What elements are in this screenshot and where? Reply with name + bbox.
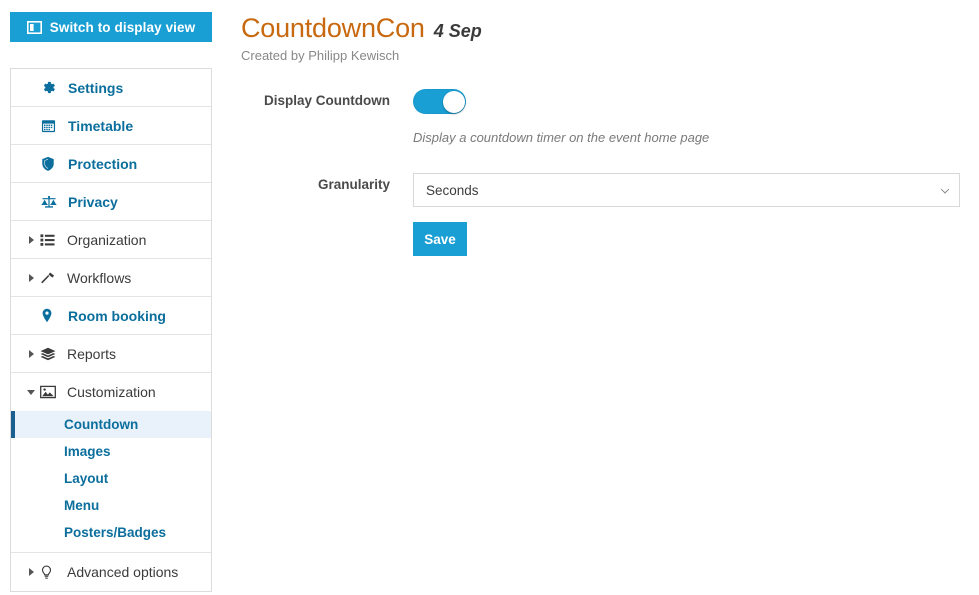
lightbulb-icon — [40, 564, 60, 580]
shield-icon — [41, 156, 61, 171]
sidebar-subitem-posters-badges[interactable]: Posters/Badges — [11, 519, 211, 546]
sidebar-item-room-booking-label: Room booking — [68, 307, 166, 324]
display-countdown-help: Display a countdown timer on the event h… — [413, 130, 710, 145]
main-content: CountdownCon 4 Sep Created by Philipp Ke… — [241, 0, 979, 256]
sidebar-subitem-menu-label: Menu — [64, 498, 100, 513]
sidebar-subitem-layout-label: Layout — [64, 471, 109, 486]
sidebar-subitem-layout[interactable]: Layout — [11, 465, 211, 492]
granularity-row: Granularity Seconds Save — [241, 173, 979, 256]
event-creator: Created by Philipp Kewisch — [241, 48, 400, 63]
pin-icon — [41, 308, 61, 323]
chevron-right-icon — [25, 273, 37, 282]
sidebar-subitem-menu[interactable]: Menu — [11, 492, 211, 519]
sidebar-item-privacy[interactable]: Privacy — [11, 183, 211, 221]
granularity-select[interactable]: Seconds — [413, 173, 960, 207]
save-button[interactable]: Save — [413, 222, 467, 256]
display-countdown-toggle[interactable] — [413, 89, 466, 114]
gavel-icon — [40, 271, 60, 285]
sidebar-item-privacy-label: Privacy — [68, 193, 118, 210]
left-column: Switch to display view — [10, 12, 212, 42]
sidebar-item-organization-label: Organization — [67, 231, 147, 248]
sidebar-subitem-countdown[interactable]: Countdown — [11, 411, 211, 438]
switch-to-display-view-button[interactable]: Switch to display view — [10, 12, 212, 42]
sidebar-item-settings[interactable]: Settings — [11, 69, 211, 107]
sidebar-item-settings-label: Settings — [68, 79, 124, 96]
sidebar-item-workflows-label: Workflows — [67, 269, 132, 286]
sidebar-subitem-images-label: Images — [64, 444, 111, 459]
customization-submenu: Countdown Images Layout Menu Posters/Bad… — [11, 411, 211, 553]
columns-display-icon — [26, 20, 42, 34]
granularity-label: Granularity — [317, 177, 390, 192]
sidebar-subitem-posters-badges-label: Posters/Badges — [64, 525, 167, 540]
page-title: CountdownCon 4 Sep — [241, 0, 979, 44]
sidebar-item-reports-label: Reports — [67, 345, 117, 362]
chevron-right-icon — [25, 568, 37, 576]
sidebar-item-room-booking[interactable]: Room booking — [11, 297, 211, 335]
event-date: 4 Sep — [433, 21, 482, 41]
chevron-right-icon — [25, 349, 37, 358]
sidebar-subitem-images[interactable]: Images — [11, 438, 211, 465]
scales-icon — [41, 195, 61, 209]
sidebar-item-customization[interactable]: Customization — [11, 373, 211, 411]
chevron-down-icon — [25, 389, 37, 395]
countdown-settings-form: Display Countdown Display a countdown ti… — [241, 89, 979, 256]
sidebar-item-customization-label: Customization — [67, 384, 156, 400]
sidebar-nav: Settings Timetable Protection Privacy Or… — [10, 68, 212, 592]
image-icon — [40, 385, 60, 399]
event-title: CountdownCon — [241, 13, 425, 43]
sidebar-item-workflows[interactable]: Workflows — [11, 259, 211, 297]
display-countdown-control: Display a countdown timer on the event h… — [413, 89, 979, 145]
sidebar-item-protection[interactable]: Protection — [11, 145, 211, 183]
sidebar-item-advanced-options[interactable]: Advanced options — [11, 553, 211, 591]
sidebar-subitem-countdown-label: Countdown — [64, 417, 139, 432]
granularity-selected-value: Seconds — [426, 182, 479, 198]
app-root: Switch to display view Settings Timetabl… — [0, 0, 979, 595]
layers-icon — [40, 347, 60, 361]
sidebar-item-protection-label: Protection — [68, 155, 138, 172]
display-countdown-label: Display Countdown — [264, 93, 390, 108]
sidebar-item-timetable-label: Timetable — [68, 117, 134, 134]
display-countdown-row: Display Countdown Display a countdown ti… — [241, 89, 979, 145]
switch-to-display-view-label: Switch to display view — [49, 19, 196, 35]
sidebar-item-organization[interactable]: Organization — [11, 221, 211, 259]
sidebar-item-advanced-options-label: Advanced options — [67, 564, 179, 580]
list-icon — [40, 233, 60, 247]
chevron-down-icon — [940, 185, 950, 194]
calendar-icon — [41, 118, 61, 133]
sidebar-item-timetable[interactable]: Timetable — [11, 107, 211, 145]
granularity-control: Seconds Save — [413, 173, 979, 256]
sidebar-item-reports[interactable]: Reports — [11, 335, 211, 373]
chevron-right-icon — [25, 235, 37, 244]
gear-icon — [41, 80, 61, 95]
toggle-knob — [442, 90, 465, 113]
